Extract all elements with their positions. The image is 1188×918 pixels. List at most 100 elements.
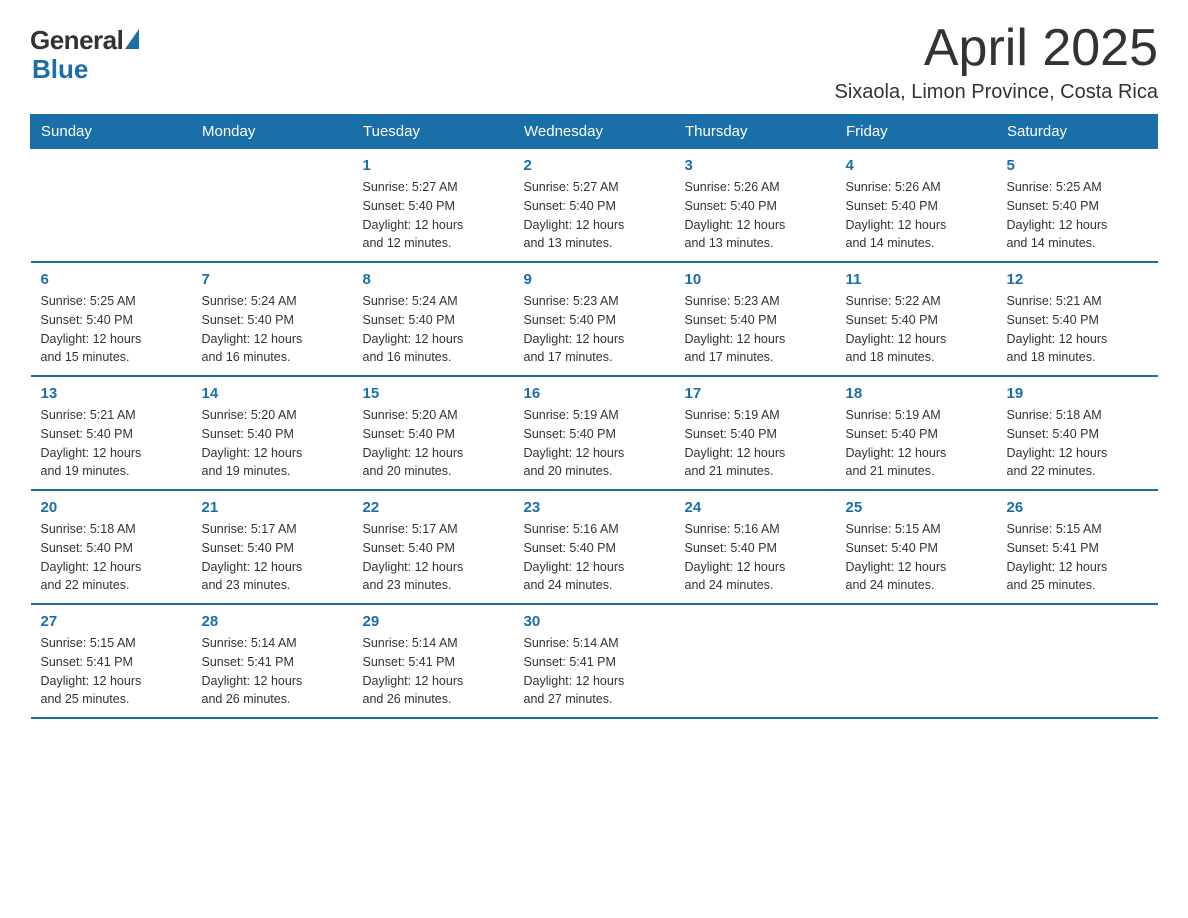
- day-info: Sunrise: 5:19 AM Sunset: 5:40 PM Dayligh…: [524, 406, 665, 481]
- title-area: April 2025 Sixaola, Limon Province, Cost…: [835, 20, 1158, 104]
- calendar-day-cell: [997, 604, 1158, 718]
- calendar-table: SundayMondayTuesdayWednesdayThursdayFrid…: [30, 114, 1158, 719]
- calendar-day-cell: 2 Sunrise: 5:27 AM Sunset: 5:40 PM Daylig…: [514, 149, 675, 263]
- day-number: 27: [41, 613, 182, 630]
- calendar-day-cell: 30 Sunrise: 5:14 AM Sunset: 5:41 PM Dayli…: [514, 604, 675, 718]
- day-number: 8: [363, 271, 504, 288]
- day-number: 21: [202, 499, 343, 516]
- calendar-day-cell: 22 Sunrise: 5:17 AM Sunset: 5:40 PM Dayli…: [353, 490, 514, 604]
- day-number: 1: [363, 157, 504, 174]
- logo: General Blue: [30, 20, 139, 85]
- calendar-day-header: Friday: [836, 115, 997, 149]
- day-number: 20: [41, 499, 182, 516]
- location-subtitle: Sixaola, Limon Province, Costa Rica: [835, 81, 1158, 104]
- calendar-week-row: 1 Sunrise: 5:27 AM Sunset: 5:40 PM Daylig…: [31, 149, 1158, 263]
- day-number: 5: [1007, 157, 1148, 174]
- day-info: Sunrise: 5:14 AM Sunset: 5:41 PM Dayligh…: [524, 634, 665, 709]
- day-number: 29: [363, 613, 504, 630]
- calendar-day-cell: [675, 604, 836, 718]
- calendar-day-header: Sunday: [31, 115, 192, 149]
- calendar-week-row: 6 Sunrise: 5:25 AM Sunset: 5:40 PM Daylig…: [31, 262, 1158, 376]
- calendar-day-header: Monday: [192, 115, 353, 149]
- day-number: 26: [1007, 499, 1148, 516]
- day-info: Sunrise: 5:14 AM Sunset: 5:41 PM Dayligh…: [363, 634, 504, 709]
- day-number: 12: [1007, 271, 1148, 288]
- day-number: 10: [685, 271, 826, 288]
- calendar-header-row: SundayMondayTuesdayWednesdayThursdayFrid…: [31, 115, 1158, 149]
- day-number: 18: [846, 385, 987, 402]
- day-info: Sunrise: 5:20 AM Sunset: 5:40 PM Dayligh…: [202, 406, 343, 481]
- calendar-day-cell: 21Sunrise: 5:17 AM Sunset: 5:40 PM Dayli…: [192, 490, 353, 604]
- calendar-day-header: Saturday: [997, 115, 1158, 149]
- day-info: Sunrise: 5:24 AM Sunset: 5:40 PM Dayligh…: [363, 292, 504, 367]
- day-number: 28: [202, 613, 343, 630]
- calendar-day-cell: 27 Sunrise: 5:15 AM Sunset: 5:41 PM Dayli…: [31, 604, 192, 718]
- day-info: Sunrise: 5:17 AM Sunset: 5:40 PM Dayligh…: [363, 520, 504, 595]
- day-info: Sunrise: 5:18 AM Sunset: 5:40 PM Dayligh…: [41, 520, 182, 595]
- day-info: Sunrise: 5:15 AM Sunset: 5:41 PM Dayligh…: [41, 634, 182, 709]
- day-number: 14: [202, 385, 343, 402]
- calendar-day-cell: 28 Sunrise: 5:14 AM Sunset: 5:41 PM Dayli…: [192, 604, 353, 718]
- day-info: Sunrise: 5:18 AM Sunset: 5:40 PM Dayligh…: [1007, 406, 1148, 481]
- day-info: Sunrise: 5:19 AM Sunset: 5:40 PM Dayligh…: [685, 406, 826, 481]
- calendar-day-header: Wednesday: [514, 115, 675, 149]
- logo-blue-text: Blue: [30, 54, 88, 85]
- day-number: 7: [202, 271, 343, 288]
- calendar-day-cell: [31, 149, 192, 263]
- calendar-day-cell: 17Sunrise: 5:19 AM Sunset: 5:40 PM Dayli…: [675, 376, 836, 490]
- calendar-day-cell: 15 Sunrise: 5:20 AM Sunset: 5:40 PM Dayli…: [353, 376, 514, 490]
- calendar-day-cell: 16 Sunrise: 5:19 AM Sunset: 5:40 PM Dayli…: [514, 376, 675, 490]
- calendar-day-cell: 8 Sunrise: 5:24 AM Sunset: 5:40 PM Daylig…: [353, 262, 514, 376]
- day-number: 2: [524, 157, 665, 174]
- day-info: Sunrise: 5:15 AM Sunset: 5:40 PM Dayligh…: [846, 520, 987, 595]
- day-number: 22: [363, 499, 504, 516]
- day-info: Sunrise: 5:25 AM Sunset: 5:40 PM Dayligh…: [41, 292, 182, 367]
- day-info: Sunrise: 5:27 AM Sunset: 5:40 PM Dayligh…: [524, 178, 665, 253]
- day-number: 4: [846, 157, 987, 174]
- calendar-day-cell: 13 Sunrise: 5:21 AM Sunset: 5:40 PM Dayli…: [31, 376, 192, 490]
- day-number: 9: [524, 271, 665, 288]
- day-number: 15: [363, 385, 504, 402]
- day-number: 24: [685, 499, 826, 516]
- day-info: Sunrise: 5:15 AM Sunset: 5:41 PM Dayligh…: [1007, 520, 1148, 595]
- month-title: April 2025: [835, 20, 1158, 77]
- calendar-day-cell: 5Sunrise: 5:25 AM Sunset: 5:40 PM Daylig…: [997, 149, 1158, 263]
- day-info: Sunrise: 5:21 AM Sunset: 5:40 PM Dayligh…: [41, 406, 182, 481]
- calendar-day-cell: 20 Sunrise: 5:18 AM Sunset: 5:40 PM Dayli…: [31, 490, 192, 604]
- day-number: 6: [41, 271, 182, 288]
- day-info: Sunrise: 5:16 AM Sunset: 5:40 PM Dayligh…: [685, 520, 826, 595]
- calendar-day-cell: 23Sunrise: 5:16 AM Sunset: 5:40 PM Dayli…: [514, 490, 675, 604]
- calendar-day-cell: 14 Sunrise: 5:20 AM Sunset: 5:40 PM Dayli…: [192, 376, 353, 490]
- calendar-week-row: 27 Sunrise: 5:15 AM Sunset: 5:41 PM Dayli…: [31, 604, 1158, 718]
- calendar-week-row: 20 Sunrise: 5:18 AM Sunset: 5:40 PM Dayli…: [31, 490, 1158, 604]
- calendar-day-cell: 4 Sunrise: 5:26 AM Sunset: 5:40 PM Daylig…: [836, 149, 997, 263]
- calendar-day-cell: 6 Sunrise: 5:25 AM Sunset: 5:40 PM Daylig…: [31, 262, 192, 376]
- day-info: Sunrise: 5:26 AM Sunset: 5:40 PM Dayligh…: [846, 178, 987, 253]
- day-info: Sunrise: 5:14 AM Sunset: 5:41 PM Dayligh…: [202, 634, 343, 709]
- day-number: 23: [524, 499, 665, 516]
- calendar-day-cell: 19 Sunrise: 5:18 AM Sunset: 5:40 PM Dayli…: [997, 376, 1158, 490]
- calendar-day-cell: 18 Sunrise: 5:19 AM Sunset: 5:40 PM Dayli…: [836, 376, 997, 490]
- calendar-day-cell: 29 Sunrise: 5:14 AM Sunset: 5:41 PM Dayli…: [353, 604, 514, 718]
- day-info: Sunrise: 5:19 AM Sunset: 5:40 PM Dayligh…: [846, 406, 987, 481]
- calendar-day-header: Tuesday: [353, 115, 514, 149]
- calendar-day-cell: [836, 604, 997, 718]
- logo-triangle-icon: [125, 29, 139, 49]
- calendar-day-cell: 26 Sunrise: 5:15 AM Sunset: 5:41 PM Dayli…: [997, 490, 1158, 604]
- day-info: Sunrise: 5:20 AM Sunset: 5:40 PM Dayligh…: [363, 406, 504, 481]
- calendar-day-cell: 24 Sunrise: 5:16 AM Sunset: 5:40 PM Dayli…: [675, 490, 836, 604]
- calendar-day-cell: 25Sunrise: 5:15 AM Sunset: 5:40 PM Dayli…: [836, 490, 997, 604]
- day-info: Sunrise: 5:27 AM Sunset: 5:40 PM Dayligh…: [363, 178, 504, 253]
- day-info: Sunrise: 5:26 AM Sunset: 5:40 PM Dayligh…: [685, 178, 826, 253]
- day-info: Sunrise: 5:22 AM Sunset: 5:40 PM Dayligh…: [846, 292, 987, 367]
- day-number: 30: [524, 613, 665, 630]
- calendar-day-cell: 7Sunrise: 5:24 AM Sunset: 5:40 PM Daylig…: [192, 262, 353, 376]
- day-number: 13: [41, 385, 182, 402]
- day-info: Sunrise: 5:21 AM Sunset: 5:40 PM Dayligh…: [1007, 292, 1148, 367]
- calendar-day-cell: 9Sunrise: 5:23 AM Sunset: 5:40 PM Daylig…: [514, 262, 675, 376]
- calendar-day-cell: 3Sunrise: 5:26 AM Sunset: 5:40 PM Daylig…: [675, 149, 836, 263]
- calendar-day-cell: 12 Sunrise: 5:21 AM Sunset: 5:40 PM Dayli…: [997, 262, 1158, 376]
- page-header: General Blue April 2025 Sixaola, Limon P…: [30, 20, 1158, 104]
- day-number: 19: [1007, 385, 1148, 402]
- day-number: 16: [524, 385, 665, 402]
